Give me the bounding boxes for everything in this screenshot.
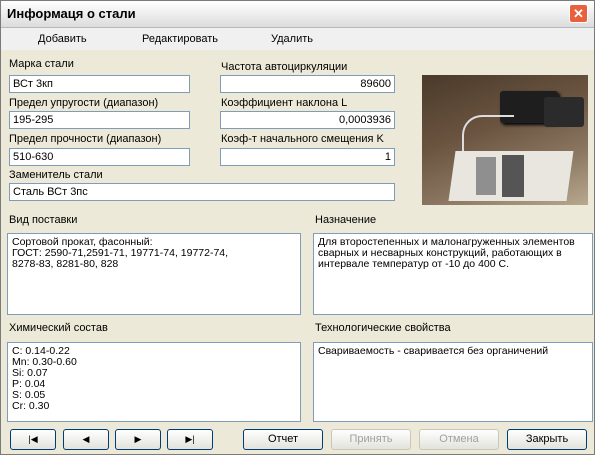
offset-label: Коэф-т начального смещения K: [221, 133, 384, 145]
slope-label: Коэффициент наклона L: [221, 97, 348, 109]
photo-steel-bar: [502, 155, 524, 197]
last-record-button[interactable]: ▶|: [167, 429, 213, 450]
grade-label: Марка стали: [9, 58, 74, 70]
substitute-field[interactable]: Сталь ВСт 3пс: [9, 183, 395, 201]
cancel-button[interactable]: Отмена: [419, 429, 499, 450]
supply-label: Вид поставки: [9, 214, 78, 226]
tech-textarea[interactable]: Свариваемость - сваривается без органиче…: [313, 342, 593, 422]
tech-label: Технологические свойства: [315, 322, 451, 334]
accept-button[interactable]: Принять: [331, 429, 411, 450]
supply-textarea[interactable]: Сортовой прокат, фасонный: ГОСТ: 2590-71…: [7, 233, 301, 315]
strength-field[interactable]: 510-630: [9, 148, 190, 166]
next-record-button[interactable]: ▶: [115, 429, 161, 450]
offset-field[interactable]: 1: [220, 148, 395, 166]
purpose-textarea[interactable]: Для второстепенных и малонагруженных эле…: [313, 233, 593, 315]
purpose-label: Назначение: [315, 214, 377, 226]
chemical-textarea[interactable]: C: 0.14-0.22 Mn: 0.30-0.60 Si: 0.07 P: 0…: [7, 342, 301, 422]
elasticity-label: Предел упругости (диапазон): [9, 97, 159, 109]
elasticity-field[interactable]: 195-295: [9, 111, 190, 129]
strength-label: Предел прочности (диапазон): [9, 133, 162, 145]
photo-device-secondary: [544, 97, 584, 127]
grade-field[interactable]: ВСт 3кп: [9, 75, 190, 93]
steel-info-window: Информаця о стали ✕ Добавить Редактирова…: [0, 0, 595, 455]
window-title: Информаця о стали: [7, 6, 136, 21]
menu-delete[interactable]: Удалить: [271, 33, 313, 45]
first-record-button[interactable]: |◀: [10, 429, 56, 450]
report-button[interactable]: Отчет: [243, 429, 323, 450]
prev-record-button[interactable]: ◀: [63, 429, 109, 450]
substitute-label: Заменитель стали: [9, 169, 103, 181]
close-button[interactable]: Закрыть: [507, 429, 587, 450]
frequency-field[interactable]: 89600: [220, 75, 395, 93]
title-bar: Информаця о стали ✕: [1, 1, 594, 28]
chemical-label: Химический состав: [9, 322, 108, 334]
menu-bar: Добавить Редактировать Удалить: [1, 28, 594, 50]
photo-steel-bar: [476, 157, 496, 195]
menu-add[interactable]: Добавить: [38, 33, 87, 45]
steel-photo: [422, 75, 588, 205]
slope-field[interactable]: 0,0003936: [220, 111, 395, 129]
menu-edit[interactable]: Редактировать: [142, 33, 218, 45]
close-icon[interactable]: ✕: [569, 4, 588, 23]
frequency-label: Частота автоциркуляции: [221, 61, 348, 73]
